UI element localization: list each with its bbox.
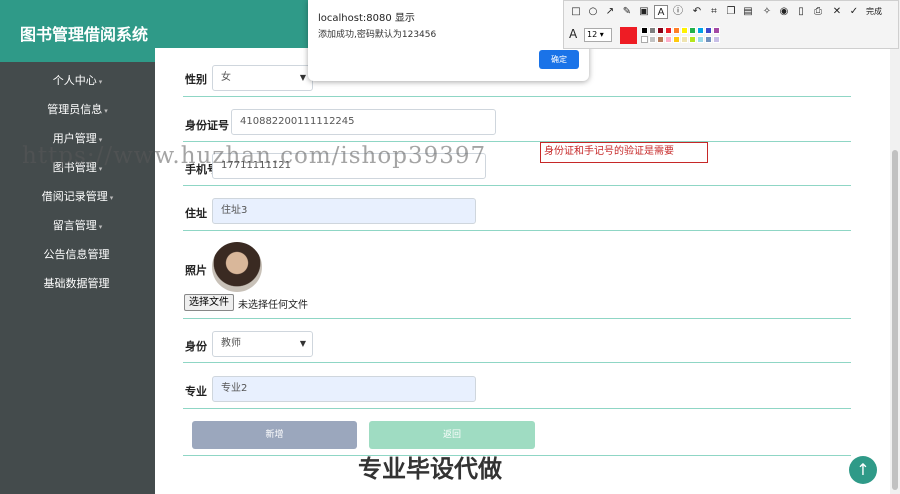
undo-icon[interactable]: ↶	[690, 5, 704, 19]
row-divider	[183, 230, 851, 231]
color-swatch[interactable]	[673, 27, 680, 34]
sidebar-item-basic-data[interactable]: 基础数据管理	[0, 275, 155, 291]
scrollbar-thumb[interactable]	[892, 150, 898, 490]
color-swatch[interactable]	[689, 27, 696, 34]
done-button[interactable]: 完成	[866, 6, 882, 17]
color-swatch[interactable]	[681, 27, 688, 34]
info-icon[interactable]: ⓘ	[671, 5, 685, 19]
idcard-label: 身份证号	[185, 119, 229, 132]
color-swatch[interactable]	[713, 36, 720, 43]
add-button[interactable]: 新增	[192, 421, 357, 449]
role-label: 身份	[185, 340, 207, 353]
color-swatch[interactable]	[705, 36, 712, 43]
font-size-select[interactable]: 12 ▾	[584, 28, 612, 42]
ellipse-icon[interactable]: ○	[586, 5, 600, 19]
text-tool-icon[interactable]: A	[654, 5, 668, 19]
color-swatch[interactable]	[641, 36, 648, 43]
file-status: 未选择任何文件	[238, 300, 308, 311]
major-label: 专业	[185, 385, 207, 398]
promo-banner: 专业毕设代做	[358, 455, 502, 483]
row-divider	[183, 408, 851, 409]
chevron-down-icon: ▼	[299, 339, 306, 348]
copy-icon[interactable]: ❐	[724, 5, 738, 19]
color-swatch[interactable]	[641, 27, 648, 34]
gender-label: 性别	[185, 73, 207, 86]
mosaic-icon[interactable]: ▣	[637, 5, 651, 19]
sidebar-item-admin-info[interactable]: 管理员信息 ▾	[0, 101, 155, 117]
row-divider	[183, 141, 851, 142]
address-label: 住址	[185, 207, 207, 220]
pencil-icon[interactable]: ✎	[620, 5, 634, 19]
photo-label: 照片	[185, 264, 207, 277]
color-swatch[interactable]	[697, 36, 704, 43]
watermark: https://www.huzhan.com/ishop39397	[22, 143, 487, 169]
row-divider	[183, 318, 851, 319]
crop-icon[interactable]: ⌗	[707, 5, 721, 19]
sidebar-item-announcements[interactable]: 公告信息管理	[0, 246, 155, 262]
font-icon: A	[569, 27, 578, 41]
save-icon[interactable]: ⎙	[811, 5, 825, 19]
color-swatch[interactable]	[697, 27, 704, 34]
chevron-down-icon: ▼	[299, 73, 306, 82]
color-swatch[interactable]	[689, 36, 696, 43]
back-button[interactable]: 返回	[369, 421, 535, 449]
back-to-top-icon[interactable]: ↑	[849, 456, 877, 484]
dialog-title: localhost:8080 显示	[318, 13, 415, 24]
color-swatch[interactable]	[649, 36, 656, 43]
row-divider	[183, 96, 851, 97]
dialog-message: 添加成功,密码默认为123456	[318, 30, 437, 40]
color-swatch[interactable]	[665, 36, 672, 43]
color-swatch[interactable]	[713, 27, 720, 34]
choose-file-button[interactable]: 选择文件	[184, 294, 234, 311]
color-swatch[interactable]	[665, 27, 672, 34]
color-swatch[interactable]	[649, 27, 656, 34]
check-icon[interactable]: ✓	[847, 5, 861, 19]
sidebar-item-personal-center[interactable]: 个人中心 ▾	[0, 72, 155, 88]
arrow-icon[interactable]: ↗	[603, 5, 617, 19]
row-divider	[183, 455, 851, 456]
close-icon[interactable]: ✕	[830, 5, 844, 19]
rectangle-icon[interactable]: □	[569, 5, 583, 19]
sidebar-item-messages[interactable]: 留言管理 ▾	[0, 217, 155, 233]
color-swatch[interactable]	[705, 27, 712, 34]
app-title: 图书管理借阅系统	[20, 25, 149, 44]
dialog-ok-button[interactable]: 确定	[539, 50, 579, 69]
photo-preview	[212, 242, 262, 292]
row-divider	[183, 185, 851, 186]
sidebar-item-borrow-records[interactable]: 借阅记录管理 ▾	[0, 188, 155, 204]
alert-dialog: localhost:8080 显示 添加成功,密码默认为123456 确定	[308, 0, 589, 81]
image-icon[interactable]: ▤	[741, 5, 755, 19]
record-icon[interactable]: ◉	[777, 5, 791, 19]
idcard-input[interactable]: 410882200111112245	[231, 109, 496, 135]
snapshot-toolbar: □ ○ ↗ ✎ ▣ A ⓘ ↶ ⌗ ❐ ▤ ✧ ◉ ▯ ⎙ ✕ ✓ 完成 A 1…	[563, 0, 899, 49]
major-input[interactable]: 专业2	[212, 376, 476, 402]
role-select[interactable]: 教师 ▼	[212, 331, 313, 357]
color-swatch[interactable]	[673, 36, 680, 43]
annotation-note[interactable]: 身份证和手记号的验证是需要	[540, 142, 708, 163]
gender-select[interactable]: 女 ▼	[212, 65, 313, 91]
current-color-swatch[interactable]	[620, 27, 637, 44]
phone-icon[interactable]: ▯	[794, 5, 808, 19]
sidebar: 个人中心 ▾ 管理员信息 ▾ 用户管理 ▾ 图书管理 ▾ 借阅记录管理 ▾ 留言管理 ▾ 公…	[0, 62, 155, 494]
color-swatch[interactable]	[681, 36, 688, 43]
color-swatch[interactable]	[657, 27, 664, 34]
address-input[interactable]: 住址3	[212, 198, 476, 224]
pin-icon[interactable]: ✧	[760, 5, 774, 19]
color-swatch[interactable]	[657, 36, 664, 43]
row-divider	[183, 362, 851, 363]
